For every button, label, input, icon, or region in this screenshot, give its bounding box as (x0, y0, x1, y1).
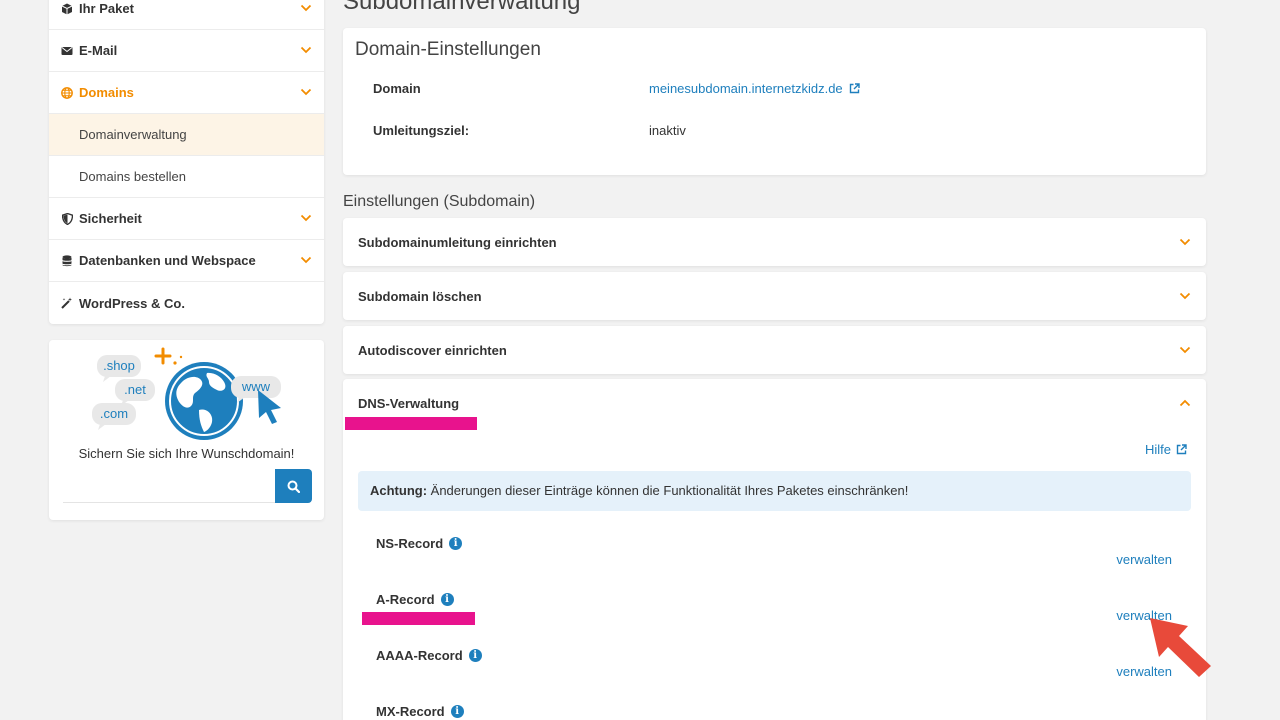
chevron-down-icon (1179, 238, 1191, 246)
domain-search-input[interactable] (63, 469, 275, 503)
tag-bubble-shop: .shop (97, 355, 141, 382)
sidebar-subitem-domains-bestellen[interactable]: Domains bestellen (49, 156, 324, 198)
record-name: AAAA-Record (376, 648, 463, 663)
record-name: NS-Record (376, 536, 444, 551)
promo-text: Sichern Sie sich Ihre Wunschdomain! (78, 446, 295, 461)
svg-text:.shop: .shop (103, 358, 135, 373)
alert-text: Änderungen dieser Einträge können die Fu… (427, 483, 909, 498)
dns-verwaltung-header[interactable]: DNS-Verwaltung (358, 396, 459, 411)
accordion-label: Autodiscover einrichten (358, 343, 507, 358)
sidebar-item-label: E-Mail (79, 43, 118, 58)
sidebar-item-label: Domainverwaltung (79, 127, 187, 142)
sidebar-subitem-domainverwaltung[interactable]: Domainverwaltung (49, 114, 324, 156)
domain-value: meinesubdomain.internetzkidz.de (649, 81, 843, 96)
record-name: MX-Record (376, 704, 445, 719)
envelope-icon (61, 45, 73, 57)
record-label-mx: MX-Record i (376, 704, 464, 719)
sidebar-item-label: Sicherheit (79, 211, 142, 226)
sidebar-item-label: Domains (79, 85, 134, 100)
info-icon[interactable]: i (440, 593, 454, 606)
sidebar-item-label: Ihr Paket (79, 1, 134, 16)
help-link[interactable]: Hilfe (1145, 442, 1187, 457)
database-icon (61, 254, 73, 267)
manage-ns-record-link[interactable]: verwalten (1116, 552, 1172, 567)
accordion-subdomainumleitung[interactable]: Subdomainumleitung einrichten (343, 218, 1206, 266)
external-link-icon (1176, 444, 1187, 455)
chevron-down-icon (300, 214, 312, 222)
redirect-value: inaktiv (649, 123, 686, 138)
sidebar-item-label: Domains bestellen (79, 169, 186, 184)
globe-illustration-icon (165, 362, 243, 440)
domain-settings-card: Domain-Einstellungen Domain meinesubdoma… (343, 28, 1206, 175)
info-icon[interactable]: i (468, 649, 482, 662)
redirect-label: Umleitungsziel: (373, 123, 470, 138)
record-label-aaaa: AAAA-Record i (376, 648, 482, 663)
chevron-down-icon (300, 46, 312, 54)
domain-link[interactable]: meinesubdomain.internetzkidz.de (649, 81, 860, 96)
record-name: A-Record (376, 592, 435, 607)
sidebar-item-label: WordPress & Co. (79, 295, 185, 311)
tag-bubble-com: .com (92, 403, 136, 430)
chevron-down-icon (1179, 346, 1191, 354)
globe-icon (61, 86, 73, 99)
info-icon[interactable]: i (450, 705, 464, 718)
sparkle-icon (154, 347, 183, 365)
magic-wand-icon (61, 297, 73, 309)
info-icon[interactable]: i (449, 537, 463, 550)
domain-label: Domain (373, 81, 421, 96)
record-label-a: A-Record i (376, 592, 454, 607)
svg-text:.com: .com (100, 406, 128, 421)
page-title: Subdomainverwaltung (343, 0, 581, 15)
sidebar-item-email[interactable]: E-Mail (49, 30, 324, 72)
sidebar-item-wordpress[interactable]: WordPress & Co. (49, 282, 324, 324)
chevron-up-icon[interactable] (1179, 397, 1191, 409)
record-label-ns: NS-Record i (376, 536, 463, 551)
help-label: Hilfe (1144, 442, 1171, 457)
sidebar-item-sicherheit[interactable]: Sicherheit (49, 198, 324, 240)
chevron-down-icon (300, 4, 312, 12)
domain-illustration: .shop .net .com www (92, 347, 281, 440)
tag-bubble-www: www (231, 376, 281, 403)
accordion-autodiscover[interactable]: Autodiscover einrichten (343, 326, 1206, 374)
pointer-arrow-annotation (1150, 618, 1211, 677)
sidebar-item-ihr-paket[interactable]: Ihr Paket (49, 0, 324, 30)
sidebar-nav: Ihr Paket E-Mail Domains Domainverwaltun… (49, 0, 324, 324)
chevron-down-icon (300, 256, 312, 264)
svg-text:www: www (241, 379, 271, 394)
chevron-down-icon (300, 88, 312, 96)
domain-search-promo: .shop .net .com www Sichern Sie sich Ihr… (49, 340, 324, 520)
sidebar-item-label: Datenbanken und Webspace (79, 253, 256, 268)
subdomain-settings-title: Einstellungen (Subdomain) (343, 193, 536, 210)
package-icon (61, 3, 73, 15)
sidebar-item-domains[interactable]: Domains (49, 72, 324, 114)
sidebar-item-datenbanken[interactable]: Datenbanken und Webspace (49, 240, 324, 282)
accordion-label: Subdomainumleitung einrichten (358, 235, 557, 250)
search-icon (287, 480, 300, 493)
svg-text:.net: .net (124, 382, 146, 397)
warning-alert: Achtung: Änderungen dieser Einträge könn… (358, 471, 1191, 511)
accordion-subdomain-loeschen[interactable]: Subdomain löschen (343, 272, 1206, 320)
shield-icon (61, 212, 73, 225)
highlight-marker (345, 417, 477, 430)
domain-search-button[interactable] (275, 469, 312, 503)
tag-bubble-net: .net (115, 379, 155, 406)
external-link-icon (849, 83, 860, 94)
domain-settings-title: Domain-Einstellungen (355, 39, 541, 60)
highlight-marker (362, 612, 475, 625)
chevron-down-icon (1179, 292, 1191, 300)
accordion-label: Subdomain löschen (358, 289, 482, 304)
alert-bold: Achtung: (370, 483, 428, 498)
dns-verwaltung-panel: DNS-Verwaltung Hilfe Achtung: Änderungen… (343, 379, 1206, 720)
